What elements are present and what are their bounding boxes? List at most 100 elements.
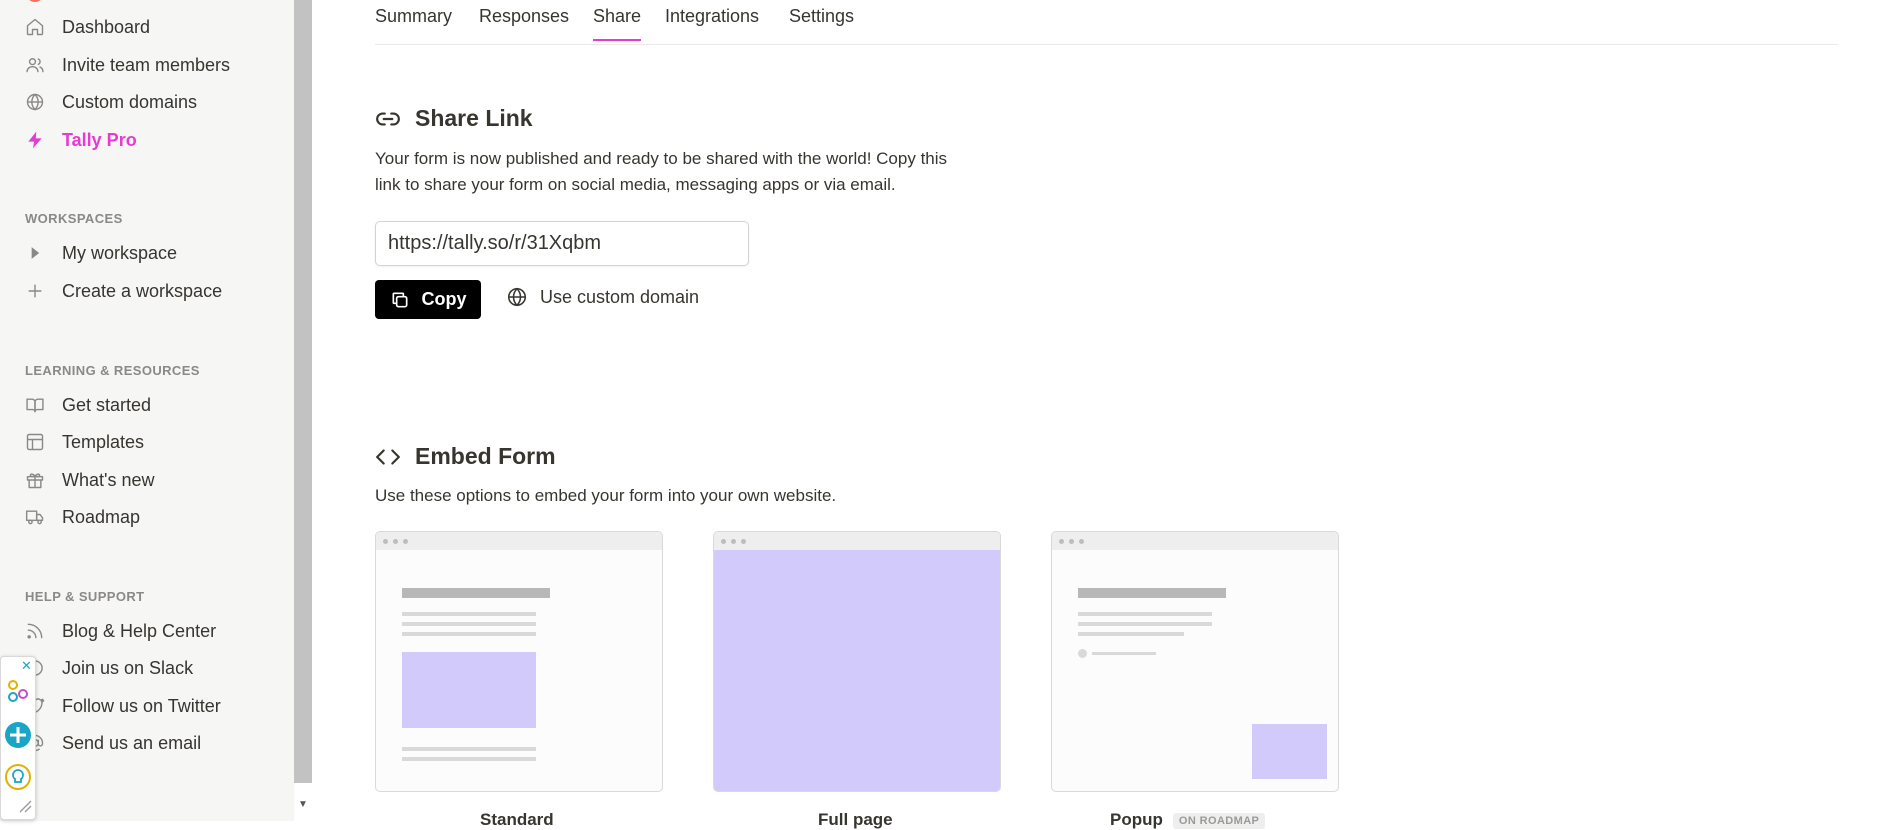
sidebar-item-label: Create a workspace — [62, 280, 223, 301]
embed-option-popup[interactable] — [1051, 531, 1339, 792]
sidebar-scrollbar[interactable]: ▼ — [294, 0, 312, 821]
tab-share[interactable]: Share — [593, 6, 642, 41]
sidebar-item-label: Tally Pro — [62, 129, 137, 150]
copy-button[interactable]: Copy — [375, 280, 481, 319]
rss-icon — [25, 621, 45, 641]
sidebar-item-email[interactable]: Send us an email — [25, 728, 201, 758]
globe-icon — [507, 287, 527, 307]
placeholder-line — [402, 622, 536, 626]
sidebar-item-label: My workspace — [62, 242, 178, 263]
sidebar-item-custom-domains[interactable]: Custom domains — [25, 87, 197, 117]
layout-icon — [25, 432, 45, 452]
sidebar-item-label: Send us an email — [62, 732, 202, 753]
sidebar-item-invite-team[interactable]: Invite team members — [25, 50, 230, 80]
sidebar-item-my-workspace[interactable]: My workspace — [25, 238, 177, 268]
placeholder-radio — [1078, 649, 1087, 658]
embed-option-label-popup: Popup — [1110, 810, 1163, 829]
use-custom-domain-link[interactable]: Use custom domain — [506, 286, 699, 308]
share-description-line: link to share your form on social media,… — [375, 175, 896, 194]
placeholder-line — [402, 632, 536, 636]
embed-option-label-full-page: Full page — [818, 810, 893, 829]
embed-description: Use these options to embed your form int… — [375, 486, 837, 505]
placeholder-line — [402, 747, 536, 751]
notification-dot — [28, 0, 42, 2]
share-link-input[interactable] — [375, 221, 749, 266]
sidebar-item-slack[interactable]: Join us on Slack — [25, 653, 193, 683]
placeholder-line — [1078, 622, 1212, 626]
sidebar-item-templates[interactable]: Templates — [25, 427, 144, 457]
share-description: Your form is now published and ready to … — [375, 146, 947, 198]
sidebar-item-tally-pro[interactable]: Tally Pro — [25, 125, 137, 155]
plus-icon — [25, 281, 45, 301]
embed-option-label-popup-wrap: Popup ON ROADMAP — [1110, 810, 1266, 830]
share-link-heading: Share Link — [375, 105, 533, 132]
tab-bar: Summary Responses Share Integrations Set… — [375, 0, 1838, 45]
sidebar-item-twitter[interactable]: Follow us on Twitter — [25, 691, 221, 721]
truck-icon — [25, 507, 45, 527]
placeholder-line — [402, 612, 536, 616]
share-link-title: Share Link — [415, 105, 533, 131]
sidebar-item-label: Get started — [62, 394, 152, 415]
resize-handle-icon[interactable] — [18, 799, 32, 813]
popup-form-block — [1252, 724, 1327, 779]
apps-icon[interactable] — [4, 677, 32, 705]
lightbulb-icon[interactable] — [4, 763, 32, 791]
sidebar-item-create-workspace[interactable]: Create a workspace — [25, 276, 222, 306]
sidebar-item-whats-new[interactable]: What's new — [25, 465, 154, 495]
embed-form-title: Embed Form — [415, 443, 556, 469]
sidebar-item-label: Templates — [62, 431, 145, 452]
home-icon — [25, 17, 45, 37]
users-icon — [25, 55, 45, 75]
custom-domain-label: Use custom domain — [540, 286, 700, 307]
sidebar-item-label: Roadmap — [62, 506, 141, 527]
placeholder-line — [402, 757, 536, 761]
sidebar-item-label: Follow us on Twitter — [62, 695, 221, 716]
sidebar-item-roadmap[interactable]: Roadmap — [25, 502, 140, 532]
tab-integrations[interactable]: Integrations — [665, 6, 759, 39]
sidebar: Dashboard Invite team members Custom dom… — [0, 0, 295, 821]
scrollbar-thumb[interactable] — [294, 0, 312, 783]
sidebar-item-blog-help[interactable]: Blog & Help Center — [25, 616, 216, 646]
code-icon — [376, 448, 400, 465]
copy-button-label: Copy — [421, 289, 467, 309]
gift-icon — [25, 470, 45, 490]
embedded-form-block — [714, 550, 1000, 791]
embed-option-label-standard: Standard — [480, 810, 554, 829]
link-icon — [376, 112, 400, 125]
sidebar-item-label: What's new — [62, 469, 155, 490]
sidebar-item-dashboard[interactable]: Dashboard — [25, 12, 150, 42]
placeholder-title — [402, 588, 550, 598]
add-circle-icon[interactable] — [4, 721, 32, 749]
caret-right-icon — [25, 243, 45, 263]
embedded-form-block — [402, 652, 536, 728]
section-title-learning: LEARNING & RESOURCES — [25, 363, 200, 378]
embed-form-heading: Embed Form — [375, 443, 556, 470]
sidebar-item-label: Dashboard — [62, 16, 151, 37]
floating-widget[interactable]: ✕ — [0, 656, 36, 820]
tab-summary[interactable]: Summary — [375, 6, 452, 39]
browser-bar — [376, 532, 662, 550]
section-title-workspaces: WORKSPACES — [25, 211, 123, 226]
embed-option-full-page[interactable] — [713, 531, 1001, 792]
browser-bar — [1052, 532, 1338, 550]
copy-icon — [392, 292, 407, 307]
tab-settings[interactable]: Settings — [789, 6, 854, 39]
section-title-help: HELP & SUPPORT — [25, 589, 145, 604]
share-description-line: Your form is now published and ready to … — [375, 149, 948, 168]
placeholder-title — [1078, 588, 1226, 598]
close-icon[interactable]: ✕ — [21, 659, 32, 672]
placeholder-line — [1078, 612, 1212, 616]
lightning-icon — [25, 130, 45, 150]
scroll-down-arrow-icon[interactable]: ▼ — [298, 800, 308, 810]
placeholder-line — [1078, 632, 1184, 636]
browser-bar — [714, 532, 1000, 550]
book-icon — [25, 395, 45, 415]
sidebar-item-get-started[interactable]: Get started — [25, 390, 151, 420]
sidebar-item-label: Custom domains — [62, 91, 198, 112]
placeholder-line — [1092, 652, 1156, 655]
embed-option-standard[interactable] — [375, 531, 663, 792]
sidebar-item-label: Blog & Help Center — [62, 620, 217, 641]
globe-icon — [25, 92, 45, 112]
sidebar-item-label: Invite team members — [62, 54, 231, 75]
tab-responses[interactable]: Responses — [479, 6, 569, 39]
